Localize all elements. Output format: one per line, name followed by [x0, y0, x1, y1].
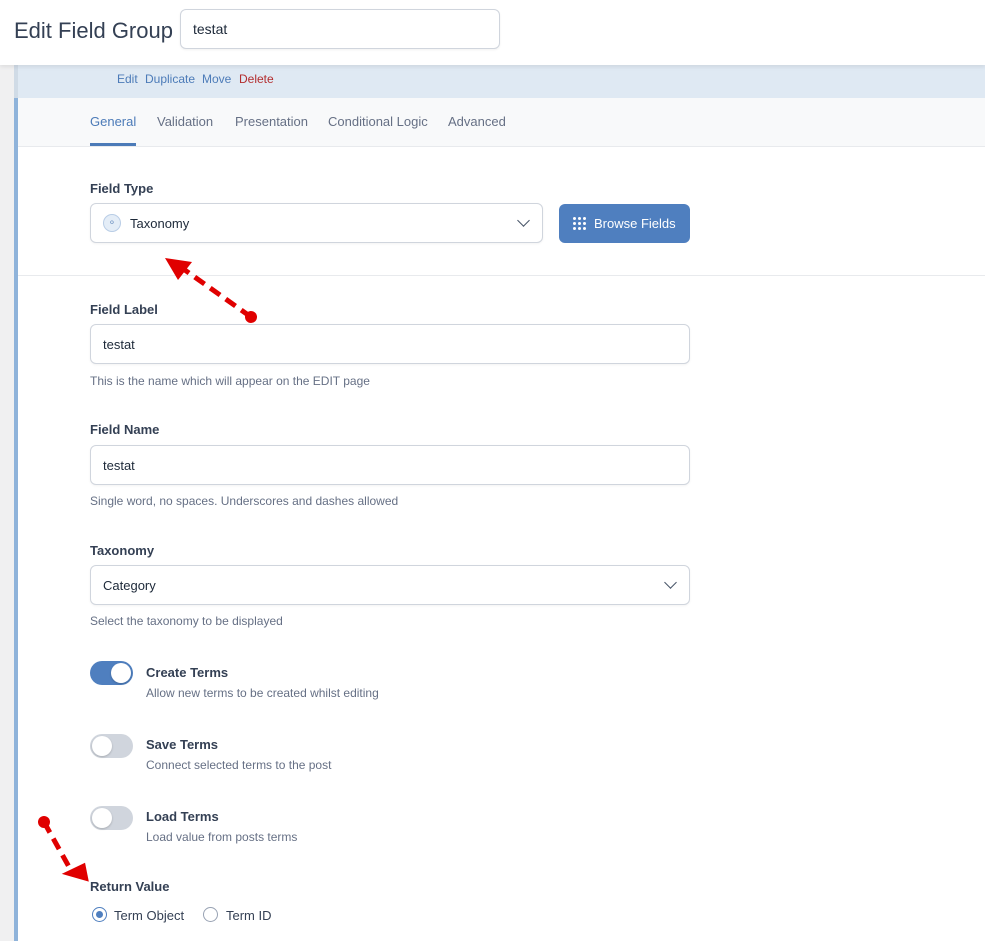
move-link[interactable]: Move: [202, 72, 231, 86]
delete-link[interactable]: Delete: [239, 72, 274, 86]
taxonomy-value: Category: [103, 577, 156, 593]
field-group-title-input[interactable]: [180, 9, 500, 49]
annotation-arrow-down: [38, 816, 89, 882]
term-object-radio[interactable]: [92, 907, 107, 922]
page-header: Edit Field Group: [0, 0, 985, 65]
field-type-select[interactable]: ⚬ Taxonomy: [90, 203, 543, 243]
edit-link[interactable]: Edit: [117, 72, 138, 86]
load-terms-label: Load Terms: [146, 809, 219, 824]
create-terms-toggle[interactable]: [90, 661, 133, 685]
tag-icon: ⚬: [103, 214, 121, 232]
field-type-value: Taxonomy: [130, 215, 190, 231]
field-label-label: Field Label: [90, 302, 158, 317]
taxonomy-select[interactable]: Category: [90, 565, 690, 605]
load-terms-toggle[interactable]: [90, 806, 133, 830]
left-gutter: [0, 65, 14, 941]
create-terms-help: Allow new terms to be created whilst edi…: [146, 686, 379, 700]
tab-validation[interactable]: Validation: [157, 114, 213, 129]
chevron-down-icon: [517, 214, 530, 227]
field-row-actions: Edit Duplicate Move Delete: [14, 65, 985, 98]
field-label-input[interactable]: testat: [90, 324, 690, 364]
chevron-down-icon: [664, 576, 677, 589]
page-title: Edit Field Group: [14, 18, 173, 43]
tab-advanced[interactable]: Advanced: [448, 114, 506, 129]
field-name-input[interactable]: testat: [90, 445, 690, 485]
field-type-label: Field Type: [90, 181, 154, 196]
tab-general[interactable]: General: [90, 114, 137, 146]
settings-tabs: General Validation Presentation Conditio…: [18, 98, 985, 147]
taxonomy-help: Select the taxonomy to be displayed: [90, 614, 283, 628]
term-id-label[interactable]: Term ID: [226, 908, 272, 923]
field-name-help: Single word, no spaces. Underscores and …: [90, 494, 399, 508]
term-id-radio[interactable]: [203, 907, 218, 922]
field-label-help: This is the name which will appear on th…: [90, 374, 370, 388]
browse-fields-button[interactable]: Browse Fields: [559, 204, 690, 243]
save-terms-label: Save Terms: [146, 737, 219, 752]
duplicate-link[interactable]: Duplicate: [145, 72, 195, 86]
create-terms-label: Create Terms: [146, 665, 229, 680]
taxonomy-label: Taxonomy: [90, 543, 155, 558]
return-value-label: Return Value: [90, 879, 170, 894]
tab-conditional-logic[interactable]: Conditional Logic: [328, 114, 428, 129]
tab-presentation[interactable]: Presentation: [235, 114, 308, 129]
browse-fields-label: Browse Fields: [594, 216, 676, 231]
term-object-label[interactable]: Term Object: [114, 908, 184, 923]
save-terms-toggle[interactable]: [90, 734, 133, 758]
annotation-arrow-up: [165, 258, 257, 323]
field-name-label: Field Name: [90, 422, 160, 437]
field-accent-border: [14, 98, 18, 941]
load-terms-help: Load value from posts terms: [146, 830, 298, 844]
grid-icon: [573, 217, 586, 230]
save-terms-help: Connect selected terms to the post: [146, 758, 332, 772]
